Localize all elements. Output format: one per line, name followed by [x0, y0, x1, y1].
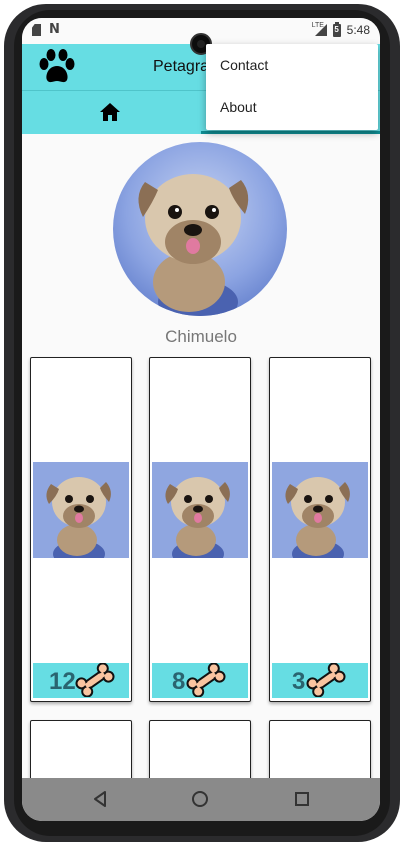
- paw-icon: [39, 49, 75, 83]
- bone-icon[interactable]: [186, 663, 226, 697]
- like-counter: 12: [33, 663, 129, 698]
- like-count: 8: [172, 668, 186, 695]
- n-notification-icon: N: [49, 22, 60, 37]
- like-counter: 3: [272, 663, 368, 698]
- like-counter: 8: [152, 663, 248, 698]
- recents-icon[interactable]: [295, 792, 309, 806]
- pet-photo: [272, 462, 368, 558]
- photo-card[interactable]: 3: [269, 357, 371, 702]
- status-time: 5:48: [346, 23, 370, 37]
- pet-photo: [152, 462, 248, 558]
- like-count: 3: [292, 668, 306, 695]
- battery-label: 5: [334, 24, 339, 34]
- pet-name: Chimuelo: [165, 327, 237, 346]
- pet-photo: [33, 462, 129, 558]
- battery-icon: 5: [332, 21, 341, 37]
- bone-icon[interactable]: [75, 663, 115, 697]
- tab-home[interactable]: [99, 102, 121, 122]
- sim-icon: [32, 24, 41, 36]
- system-nav-bar: [22, 778, 380, 821]
- tab-selected-indicator[interactable]: [201, 131, 380, 134]
- app-screen: N LTE 5 5:48 Petagram Contact About Chim…: [22, 18, 380, 821]
- photo-card[interactable]: 12: [30, 357, 132, 702]
- network-label: LTE: [311, 22, 324, 29]
- back-icon[interactable]: [92, 790, 108, 808]
- overflow-menu: Contact About: [206, 44, 378, 130]
- bone-icon[interactable]: [306, 663, 346, 697]
- signal-icon: LTE: [311, 22, 327, 36]
- home-circle-icon[interactable]: [192, 791, 208, 807]
- photo-card[interactable]: 8: [149, 357, 251, 702]
- like-count: 12: [49, 668, 76, 695]
- pet-avatar: [113, 142, 287, 316]
- menu-item-contact[interactable]: Contact: [206, 44, 378, 86]
- menu-item-about[interactable]: About: [206, 86, 378, 128]
